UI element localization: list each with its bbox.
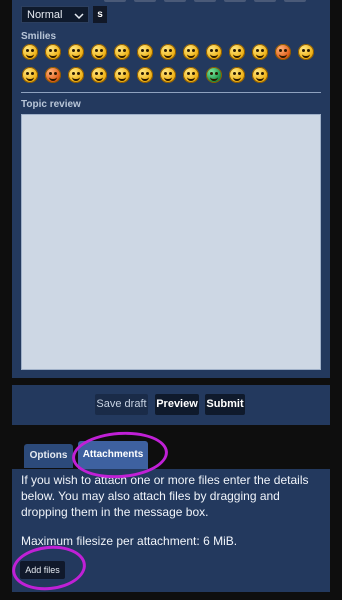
smiley-neutral-icon[interactable] [298, 44, 314, 60]
smiley-shocked-icon[interactable] [114, 44, 130, 60]
smilies-label: Smilies [21, 31, 57, 42]
smiley-cool-icon[interactable] [183, 44, 199, 60]
smiley-confused-icon[interactable] [160, 44, 176, 60]
smiley-twisted-icon[interactable] [22, 67, 38, 83]
toolbar-button[interactable] [104, 0, 126, 2]
save-draft-button[interactable]: Save draft [95, 394, 148, 415]
smiley-sad-icon[interactable] [68, 67, 84, 83]
toolbar-button[interactable] [284, 0, 306, 2]
smiley-question-icon[interactable] [114, 67, 130, 83]
submit-button[interactable]: Submit [205, 394, 245, 415]
smiley-arrow-icon[interactable] [160, 67, 176, 83]
toolbar-button[interactable] [134, 0, 156, 2]
toolbar-button[interactable] [194, 0, 216, 2]
attachments-description: If you wish to attach one or more files … [21, 473, 309, 519]
smiley-uber-geek-icon[interactable] [252, 67, 268, 83]
preview-button[interactable]: Preview [155, 394, 199, 415]
smiley-laugh-icon[interactable] [22, 44, 38, 60]
smiley-surprised-icon[interactable] [137, 67, 153, 83]
topic-review-label: Topic review [21, 99, 81, 110]
chevron-down-icon [74, 11, 84, 23]
toolbar-button[interactable] [224, 0, 246, 2]
smiley-eek-icon[interactable] [137, 44, 153, 60]
smiley-grin-icon[interactable] [45, 44, 61, 60]
smiley-evil-icon[interactable] [45, 67, 61, 83]
smiley-razz-icon[interactable] [206, 44, 222, 60]
topic-review-box[interactable] [21, 114, 321, 370]
font-size-value: Normal [27, 9, 63, 21]
toolbar-button[interactable] [254, 0, 276, 2]
tab-options[interactable]: Options [24, 444, 73, 468]
small-text-button[interactable]: s [93, 6, 107, 23]
smiley-mad-icon[interactable] [275, 44, 291, 60]
font-size-select[interactable]: Normal [21, 6, 89, 23]
divider [21, 92, 321, 93]
submit-buttons-panel: Save draft Preview Submit [12, 385, 330, 425]
editor-panel: Normal s Smilies Topic review [12, 0, 330, 378]
toolbar-button[interactable] [164, 0, 186, 2]
smiley-lol-icon[interactable] [252, 44, 268, 60]
smiley-geek-icon[interactable] [229, 67, 245, 83]
smiley-rolleyes-icon[interactable] [229, 44, 245, 60]
smiley-exclaim-icon[interactable] [91, 67, 107, 83]
smiley-wink-icon[interactable] [68, 44, 84, 60]
smiley-idea-icon[interactable] [183, 67, 199, 83]
smiley-smile-icon[interactable] [91, 44, 107, 60]
smiley-green-icon[interactable] [206, 67, 222, 83]
